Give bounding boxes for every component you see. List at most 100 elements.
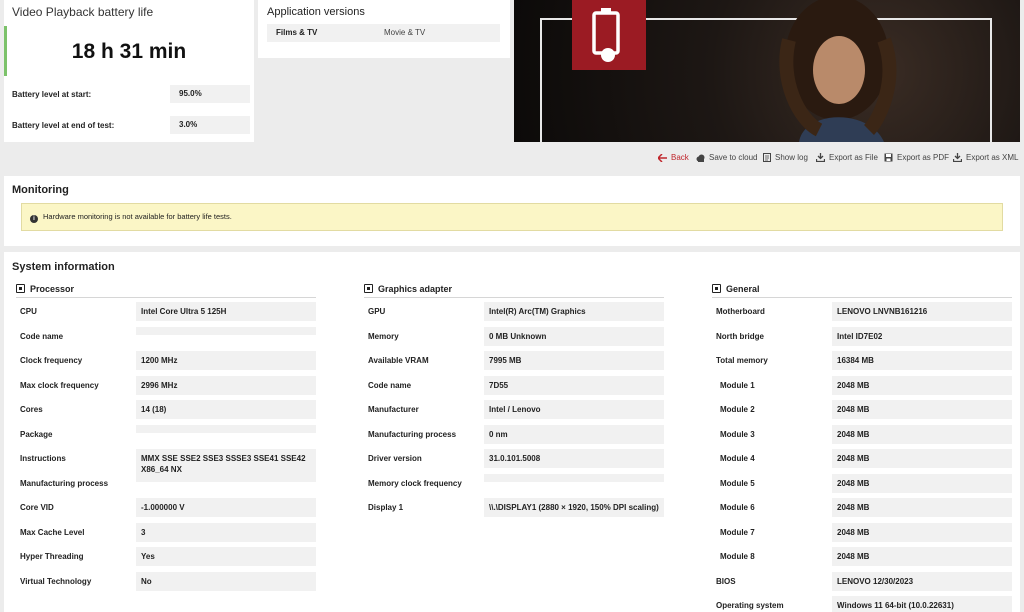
info-value: 7995 MB: [484, 351, 664, 370]
info-label: Module 4: [720, 454, 755, 463]
battery-life-result: 18 h 31 min: [71, 40, 187, 63]
battery-end-label: Battery level at end of test:: [12, 121, 115, 130]
info-value: 16384 MB: [832, 351, 1012, 370]
info-value: 2048 MB: [832, 522, 1012, 542]
info-label: Total memory: [716, 356, 768, 365]
info-value: 2048 MB: [832, 424, 1012, 444]
arrow-left-icon: [658, 154, 667, 162]
info-value: 2048 MB: [832, 375, 1012, 395]
info-value: \\.\DISPLAY1 (2880 × 1920, 150% DPI scal…: [484, 498, 664, 517]
computer-icon: [712, 284, 721, 293]
battery-end-value: 3.0%: [170, 116, 250, 134]
download-icon: [816, 153, 825, 162]
info-label: GPU: [368, 307, 386, 316]
info-label: Instructions: [20, 454, 66, 463]
info-value: 2048 MB: [832, 449, 1012, 468]
download-icon: [953, 153, 962, 162]
info-label: Display 1: [368, 503, 404, 512]
info-label: Manufacturer: [368, 405, 419, 414]
info-value: 2048 MB: [832, 473, 1012, 493]
cpu-icon: [16, 284, 25, 293]
info-label: Core VID: [20, 503, 54, 512]
info-value: [136, 473, 316, 482]
info-label: Memory clock frequency: [368, 478, 462, 488]
info-label: Driver version: [368, 454, 422, 463]
info-value: 1200 MHz: [136, 351, 316, 370]
info-value: Intel(R) Arc(TM) Graphics: [484, 302, 664, 321]
export-xml-label: Export as XML: [966, 153, 1019, 162]
cloud-icon: [696, 154, 705, 162]
action-toolbar: Back Save to cloud Show log Export as Fi…: [620, 153, 1020, 167]
banner-badge: [572, 0, 646, 70]
battery-icon: [592, 8, 620, 62]
info-label: Code name: [368, 380, 412, 390]
graphics-card-icon: [364, 284, 373, 293]
graphics-title: Graphics adapter: [378, 284, 453, 294]
info-label: Virtual Technology: [20, 576, 92, 586]
export-pdf-label: Export as PDF: [897, 153, 950, 162]
info-label: Max clock frequency: [20, 380, 99, 390]
battery-result-card: Video Playback battery life 18 h 31 min …: [4, 0, 254, 142]
back-button[interactable]: Back: [658, 153, 689, 162]
info-label: Module 8: [720, 552, 755, 561]
back-label: Back: [671, 153, 689, 162]
battery-test-title: Video Playback battery life: [12, 5, 154, 19]
save-disk-icon: [884, 153, 893, 162]
info-value: [484, 473, 664, 482]
info-label: Module 6: [720, 503, 755, 512]
export-pdf-button[interactable]: Export as PDF: [884, 153, 949, 162]
info-label: North bridge: [716, 331, 764, 341]
info-value: 7D55: [484, 375, 664, 395]
battery-start-value: 95.0%: [170, 85, 250, 103]
info-value: 0 MB Unknown: [484, 326, 664, 346]
info-value: 2996 MHz: [136, 375, 316, 395]
battery-start-label: Battery level at start:: [12, 90, 92, 99]
export-file-button[interactable]: Export as File: [816, 153, 878, 162]
show-log-button[interactable]: Show log: [763, 153, 808, 162]
info-value: LENOVO LNVNB161216: [832, 302, 1012, 321]
info-label: Memory: [368, 331, 399, 341]
monitoring-warning-text: Hardware monitoring is not available for…: [43, 212, 232, 221]
info-label: Code name: [20, 331, 64, 341]
info-label: Hyper Threading: [20, 552, 84, 561]
info-value: LENOVO 12/30/2023: [832, 571, 1012, 591]
info-label: Module 1: [720, 380, 755, 390]
info-value: [136, 326, 316, 335]
info-label: Module 3: [720, 429, 755, 439]
application-versions-title: Application versions: [267, 6, 365, 18]
save-to-cloud-label: Save to cloud: [709, 153, 758, 162]
info-value: 31.0.101.5008: [484, 449, 664, 468]
info-label: Available VRAM: [368, 356, 429, 365]
info-value: 3: [136, 522, 316, 542]
info-label: Cores: [20, 405, 43, 414]
info-value: Intel / Lenovo: [484, 400, 664, 419]
processor-header: Processor: [16, 282, 316, 298]
info-value: 2048 MB: [832, 547, 1012, 566]
info-value: 14 (18): [136, 400, 316, 419]
graphics-header: Graphics adapter: [364, 282, 664, 298]
monitoring-warning: i Hardware monitoring is not available fo…: [21, 203, 1003, 231]
application-version-row: Films & TV Movie & TV: [267, 24, 500, 42]
info-label: Package: [20, 429, 53, 439]
info-label: Motherboard: [716, 307, 765, 316]
application-versions-card: Application versions Films & TV Movie & …: [258, 0, 510, 58]
info-value: No: [136, 571, 316, 591]
info-icon: i: [30, 215, 38, 223]
application-name: Films & TV: [276, 28, 318, 37]
general-header: General: [712, 282, 1012, 298]
info-value: Intel Core Ultra 5 125H: [136, 302, 316, 321]
info-value: [136, 424, 316, 433]
general-title: General: [726, 284, 760, 294]
info-value: 0 nm: [484, 424, 664, 444]
export-file-label: Export as File: [829, 153, 878, 162]
export-xml-button[interactable]: Export as XML: [953, 153, 1018, 162]
monitoring-card: Monitoring i Hardware monitoring is not a…: [4, 176, 1020, 246]
info-label: BIOS: [716, 576, 736, 586]
application-version-value: Movie & TV: [384, 28, 426, 37]
info-value: 2048 MB: [832, 400, 1012, 419]
save-to-cloud-button[interactable]: Save to cloud: [696, 153, 757, 162]
document-icon: [763, 153, 771, 162]
info-value: -1.000000 V: [136, 498, 316, 517]
processor-title: Processor: [30, 284, 75, 294]
info-value: 2048 MB: [832, 498, 1012, 517]
